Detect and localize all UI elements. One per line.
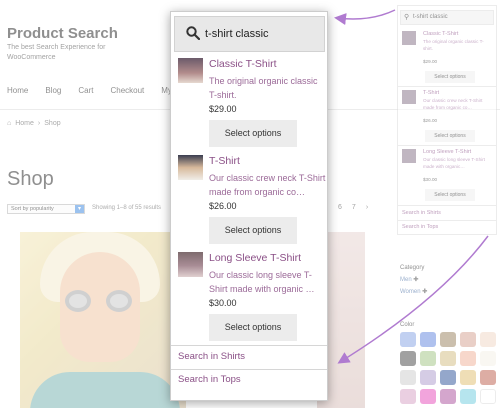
plus-icon: ✚ [413,277,419,283]
product-thumbnail [178,58,203,83]
color-swatch[interactable] [480,389,496,404]
page-title: Shop [7,168,54,190]
site-title[interactable]: Product Search [7,25,118,42]
select-options-button[interactable]: Select options [209,120,297,147]
mini-item-desc: Our classic crew neck T-Shirt made from … [423,98,483,110]
mini-search-query: t-shirt classic [413,14,448,20]
select-options-button[interactable]: Select options [209,217,297,244]
category-men[interactable]: Men ✚ [400,276,418,283]
nav-item-home[interactable]: Home [7,86,28,95]
mini-search-widget: ⚲ t-shirt classic Classic T-Shirt The or… [397,5,497,235]
color-swatch[interactable] [420,332,436,347]
mini-item-title[interactable]: Classic T-Shirt [423,31,458,37]
results-count: Showing 1–8 of 55 results [92,205,162,211]
category-label: Men [400,277,412,283]
color-swatch[interactable] [420,351,436,366]
select-options-button[interactable]: Select options [425,189,475,201]
color-swatch[interactable] [400,370,416,385]
result-title[interactable]: Long Sleeve T-Shirt [209,252,301,264]
result-price: $29.00 [209,104,237,114]
color-swatch[interactable] [460,389,476,404]
color-swatches [400,332,496,404]
product-thumbnail [402,31,416,45]
pagination: 6 7 › [338,204,368,211]
breadcrumb-separator: › [37,120,41,127]
search-icon: ⚲ [404,14,410,21]
search-icon [186,26,200,40]
sort-select-value: Sort by popularity [11,206,54,212]
category-label: Women [400,289,421,295]
color-swatch[interactable] [440,389,456,404]
result-title[interactable]: Classic T-Shirt [209,58,277,70]
mini-search-input[interactable]: ⚲ t-shirt classic [400,10,494,25]
result-description: The original organic classic T-shirt. [209,76,318,100]
plus-icon: ✚ [422,289,428,295]
product-thumbnail [402,149,416,163]
search-in-shirts-link[interactable]: Search in Shirts [402,210,441,216]
color-swatch[interactable] [420,389,436,404]
next-page-icon[interactable]: › [366,204,368,211]
page-link-7[interactable]: 7 [352,204,356,211]
main-nav: Home Blog Cart Checkout My acco [7,86,191,95]
nav-item-blog[interactable]: Blog [45,86,61,95]
search-in-shirts-link[interactable]: Search in Shirts [178,351,245,362]
site-description: The best Search Experience for WooCommer… [7,44,106,61]
search-results-popup: t-shirt classic Classic T-Shirt The orig… [170,11,328,401]
mini-item-title[interactable]: Long Sleeve T-Shirt [423,149,471,155]
product-thumbnail [178,252,203,277]
mini-item-desc: Our classic long sleeve T-Shirt made wit… [423,157,485,169]
mini-item-price: $26.00 [423,118,438,123]
breadcrumb: ⌂ Home › Shop [7,120,61,127]
select-options-button[interactable]: Select options [425,71,475,83]
search-in-tops-link[interactable]: Search in Tops [402,224,438,230]
mini-item-price: $30.00 [423,177,438,182]
arrow-to-popup-icon [334,9,396,26]
product-thumbnail [402,90,416,104]
color-swatch[interactable] [440,370,456,385]
result-description: Our classic crew neck T-Shirt made from … [209,173,326,197]
result-description: Our classic long sleeve T-Shirt made wit… [209,270,315,294]
color-swatch[interactable] [460,370,476,385]
color-swatch[interactable] [400,332,416,347]
color-swatch[interactable] [400,389,416,404]
mini-item-title[interactable]: T-Shirt [423,90,439,96]
nav-item-cart[interactable]: Cart [78,86,93,95]
color-filter-title: Color [400,322,415,328]
breadcrumb-home[interactable]: Home [15,120,34,127]
page-link-6[interactable]: 6 [338,204,342,211]
divider [171,369,327,370]
color-swatch[interactable] [480,351,496,366]
color-swatch[interactable] [480,332,496,347]
category-women[interactable]: Women ✚ [400,288,427,295]
color-swatch[interactable] [460,332,476,347]
color-swatch[interactable] [460,351,476,366]
product-image[interactable] [20,232,186,408]
color-swatch[interactable] [400,351,416,366]
select-options-button[interactable]: Select options [425,130,475,142]
color-swatch[interactable] [440,332,456,347]
mini-item-desc: The original organic classic T-shirt. [423,39,484,51]
breadcrumb-current: Shop [44,120,61,127]
search-query: t-shirt classic [205,28,269,40]
select-options-button[interactable]: Select options [209,314,297,341]
search-input[interactable]: t-shirt classic [174,16,325,52]
divider [171,345,327,346]
result-price: $30.00 [209,298,237,308]
color-swatch[interactable] [440,351,456,366]
mini-item-price: $29.00 [423,59,438,64]
sort-select[interactable]: Sort by popularity ▾ [7,204,85,214]
product-thumbnail [178,155,203,180]
color-swatch[interactable] [420,370,436,385]
category-filter-title: Category [400,265,425,271]
nav-item-checkout[interactable]: Checkout [110,86,144,95]
search-in-tops-link[interactable]: Search in Tops [178,374,241,385]
chevron-down-icon: ▾ [75,205,84,213]
home-icon: ⌂ [7,120,12,127]
color-swatch[interactable] [480,370,496,385]
result-title[interactable]: T-Shirt [209,155,240,167]
result-price: $26.00 [209,201,237,211]
